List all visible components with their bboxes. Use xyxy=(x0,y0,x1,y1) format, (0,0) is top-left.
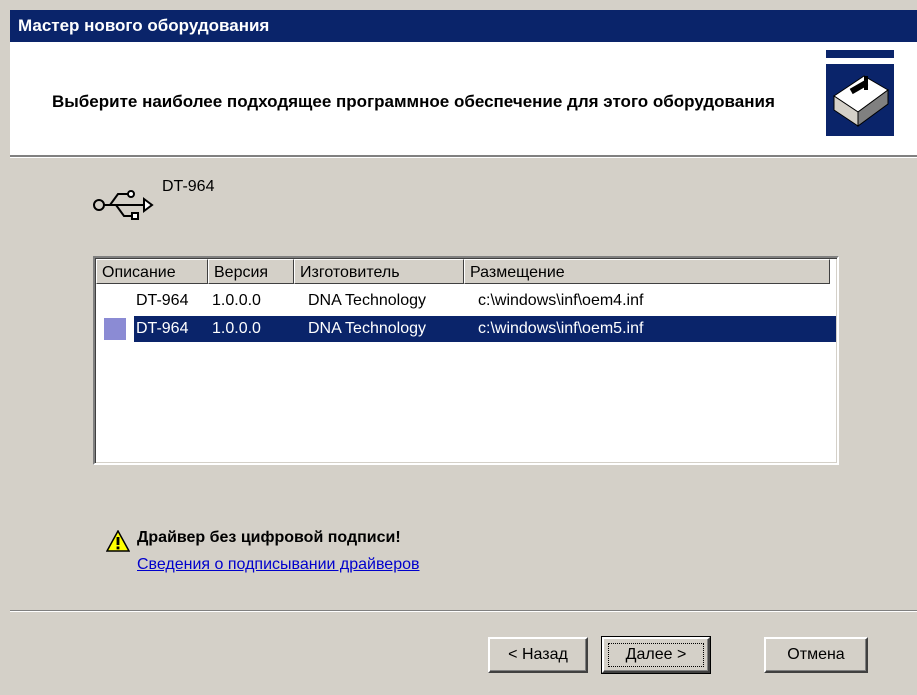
unsigned-driver-warning: Драйвер без цифровой подписи! xyxy=(137,529,401,546)
back-button-label: < Назад xyxy=(508,646,568,663)
wizard-header: Выберите наиболее подходящее программное… xyxy=(10,42,917,155)
warning-icon xyxy=(105,529,131,557)
driver-list-header: Описание Версия Изготовитель Размещение xyxy=(96,259,830,284)
driver-signing-info-link[interactable]: Сведения о подписывании драйверов xyxy=(137,556,420,574)
header-separator-highlight xyxy=(10,157,917,158)
row-description: DT-964 xyxy=(136,320,189,337)
hardware-install-icon xyxy=(820,50,900,145)
column-manufacturer[interactable]: Изготовитель xyxy=(294,259,464,284)
cancel-button-label: Отмена xyxy=(787,646,845,663)
column-version[interactable]: Версия xyxy=(208,259,294,284)
title-bar[interactable]: Мастер нового оборудования xyxy=(10,10,917,42)
next-button-label: Далее > xyxy=(625,646,687,663)
row-manufacturer: DNA Technology xyxy=(308,320,426,337)
row-location: c:\windows\inf\oem4.inf xyxy=(478,292,644,309)
cancel-button[interactable]: Отмена xyxy=(764,637,868,673)
row-description: DT-964 xyxy=(136,292,189,309)
usb-icon xyxy=(92,188,154,227)
driver-list[interactable]: Описание Версия Изготовитель Размещение … xyxy=(93,256,839,465)
header-title: Выберите наиболее подходящее программное… xyxy=(52,92,775,111)
footer-separator-highlight xyxy=(10,611,917,612)
hardware-wizard-window: Мастер нового оборудования Выберите наиб… xyxy=(0,0,917,695)
column-location[interactable]: Размещение xyxy=(464,259,830,284)
driver-row[interactable]: DT-964 1.0.0.0 DNA Technology c:\windows… xyxy=(96,288,837,314)
row-manufacturer: DNA Technology xyxy=(308,292,426,309)
column-description[interactable]: Описание xyxy=(96,259,208,284)
row-version: 1.0.0.0 xyxy=(212,292,261,309)
row-version: 1.0.0.0 xyxy=(212,320,261,337)
row-selection-marker xyxy=(104,318,126,340)
row-location: c:\windows\inf\oem5.inf xyxy=(478,320,644,337)
driver-row-selected[interactable]: DT-964 1.0.0.0 DNA Technology c:\windows… xyxy=(96,316,837,342)
next-button[interactable]: Далее > xyxy=(601,636,711,674)
window-title: Мастер нового оборудования xyxy=(18,16,270,35)
device-name: DT-964 xyxy=(162,178,215,195)
back-button[interactable]: < Назад xyxy=(488,637,588,673)
